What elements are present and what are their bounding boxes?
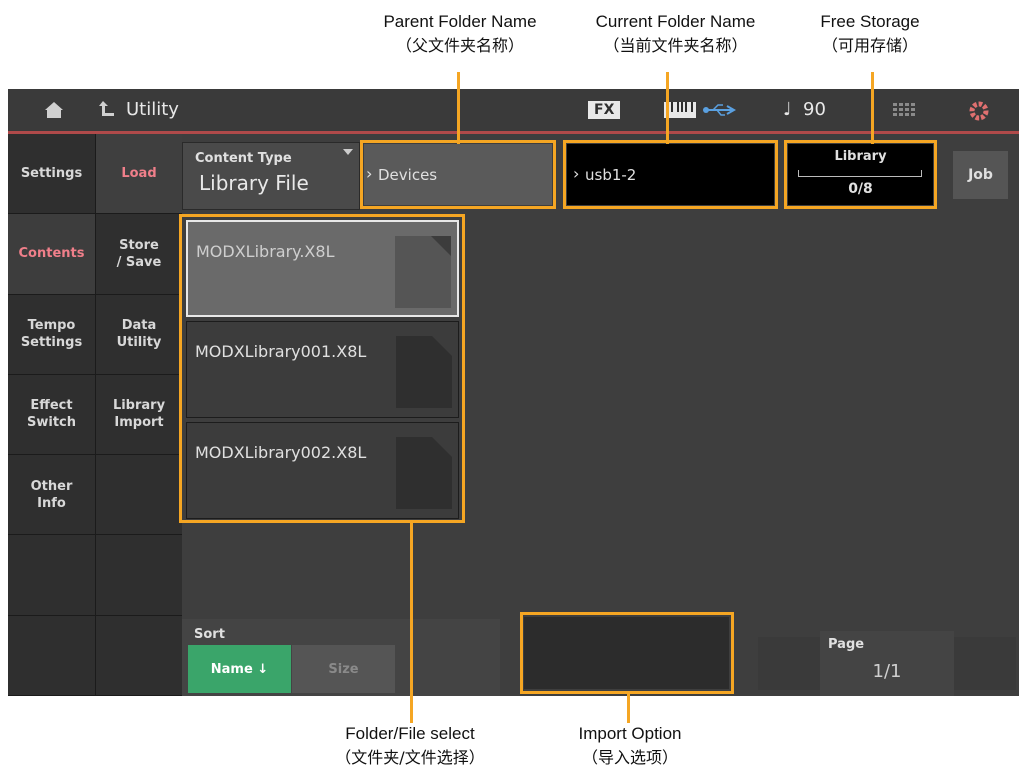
callout-file-select-zh: （文件夹/文件选择） xyxy=(335,748,485,767)
sidebar-left-item-4[interactable]: Other Info xyxy=(8,455,95,536)
highlight-current-folder xyxy=(563,140,778,209)
callout-current-folder-zh: （当前文件夹名称） xyxy=(603,36,748,55)
job-button[interactable]: Job xyxy=(953,151,1008,199)
sort-size-button[interactable]: Size xyxy=(292,645,395,693)
sidebar-left-item-6 xyxy=(8,615,95,696)
sidebar-right-item-3[interactable]: Library Import xyxy=(95,374,182,456)
tempo-note-icon: ♩ xyxy=(783,99,792,120)
sidebar-right-item-5 xyxy=(95,535,182,616)
sidebar-right-item-6 xyxy=(95,615,182,696)
sort-label: Sort xyxy=(194,627,225,642)
callout-free-storage-en: Free Storage xyxy=(820,12,920,31)
sidebar-right-item-4 xyxy=(95,455,182,536)
connector-free-storage xyxy=(871,72,874,144)
connector-current-folder xyxy=(666,72,669,144)
content-type-selector[interactable]: Content Type Library File xyxy=(182,142,360,210)
usb-icon xyxy=(703,104,737,116)
callout-free-storage-zh: （可用存储） xyxy=(821,36,918,55)
sidebar-left-item-0[interactable]: Settings xyxy=(8,134,95,215)
highlight-free-storage xyxy=(784,140,937,209)
device-screen: Utility FX ♩ 90 Settings Contents Tempo Se… xyxy=(8,89,1019,696)
callout-import-option-en: Import Option xyxy=(578,724,682,743)
top-bar: Utility FX ♩ 90 xyxy=(8,89,1019,134)
callout-free-storage: Free Storage （可用存储） xyxy=(790,10,950,58)
sidebar-left-item-3[interactable]: Effect Switch xyxy=(8,374,95,456)
sidebar-left-item-5 xyxy=(8,535,95,616)
gear-icon[interactable] xyxy=(968,100,990,122)
connector-import-option xyxy=(627,692,630,723)
callout-import-option: Import Option （导入选项） xyxy=(540,722,720,770)
sidebar-right-item-1[interactable]: Store / Save xyxy=(95,214,182,295)
page-left-cell xyxy=(758,637,820,690)
callout-import-option-zh: （导入选项） xyxy=(581,748,678,767)
page-title: Utility xyxy=(126,99,179,120)
page-indicator: Page 1/1 xyxy=(820,631,954,696)
connector-file-select xyxy=(410,521,413,723)
page-right-cell xyxy=(954,637,1016,690)
callout-parent-folder-en: Parent Folder Name xyxy=(383,12,537,31)
fx-indicator[interactable]: FX xyxy=(588,101,621,119)
page-value: 1/1 xyxy=(872,661,902,682)
sort-name-button[interactable]: Name ↓ xyxy=(188,645,291,693)
callout-parent-folder-zh: （父文件夹名称） xyxy=(395,36,524,55)
sidebar-right-item-0[interactable]: Load xyxy=(95,134,182,215)
content-type-value: Library File xyxy=(199,171,309,195)
content-type-label: Content Type xyxy=(195,151,292,166)
home-icon[interactable] xyxy=(44,101,64,119)
callout-current-folder-en: Current Folder Name xyxy=(595,12,756,31)
back-arrow-icon[interactable] xyxy=(98,99,116,119)
dropdown-arrow-icon xyxy=(343,149,353,155)
page-label: Page xyxy=(828,637,865,652)
highlight-parent-folder xyxy=(360,140,556,209)
highlight-import-option xyxy=(520,612,734,694)
callout-file-select-en: Folder/File select xyxy=(345,724,475,743)
callout-file-select: Folder/File select （文件夹/文件选择） xyxy=(310,722,510,770)
highlight-file-select xyxy=(179,214,465,523)
tempo-value[interactable]: 90 xyxy=(803,99,826,120)
grid-icon[interactable] xyxy=(893,103,915,117)
callout-parent-folder: Parent Folder Name （父文件夹名称） xyxy=(360,10,560,58)
sidebar-left-item-1[interactable]: Contents xyxy=(8,214,95,295)
sidebar-right-item-2[interactable]: Data Utility xyxy=(95,294,182,375)
callout-current-folder: Current Folder Name （当前文件夹名称） xyxy=(568,10,783,58)
connector-parent-folder xyxy=(457,72,460,144)
sidebar-left-item-2[interactable]: Tempo Settings xyxy=(8,294,95,375)
